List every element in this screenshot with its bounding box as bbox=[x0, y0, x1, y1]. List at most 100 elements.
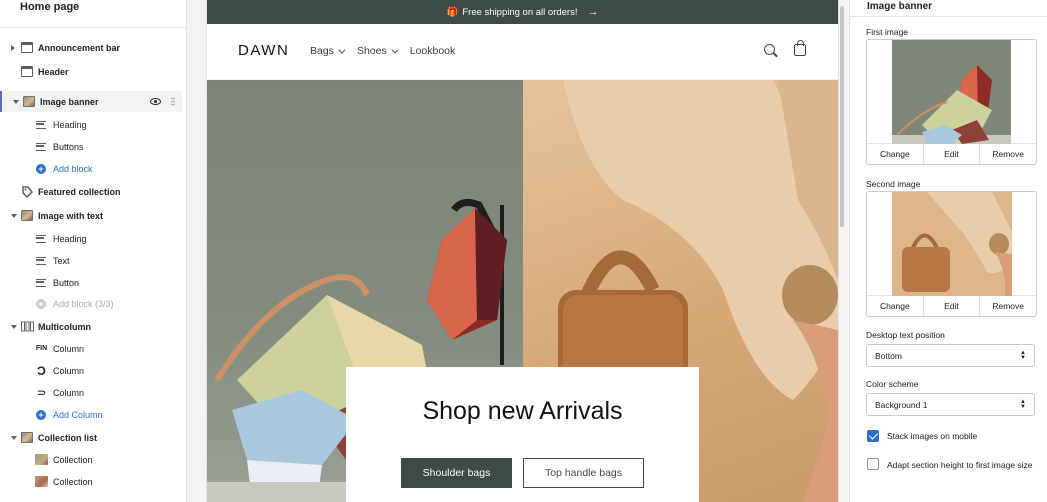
sidebar-item-label: Image with text bbox=[38, 210, 104, 221]
top-handle-bags-button[interactable]: Top handle bags bbox=[523, 458, 644, 488]
sidebar-block-label: Collection bbox=[53, 476, 93, 487]
fur-bag-thumbnail-image bbox=[892, 192, 1012, 296]
first-image-thumbnail[interactable] bbox=[867, 40, 1036, 144]
sidebar-block-button[interactable]: Button bbox=[0, 272, 182, 293]
panel-title: Image banner bbox=[867, 1, 933, 12]
store-header: DAWN Bags Shoes Lookbook bbox=[207, 24, 838, 80]
sidebar-block-collection[interactable]: Collection bbox=[0, 471, 182, 492]
select-arrows-icon: ▲ ▼ bbox=[1020, 350, 1026, 361]
chevron-down-icon[interactable] bbox=[11, 324, 17, 329]
sidebar-item-image-with-text[interactable]: Image with text bbox=[0, 205, 182, 226]
chevron-down-icon bbox=[391, 46, 399, 54]
sidebar-item-image-banner[interactable]: Image banner bbox=[0, 91, 182, 112]
plus-circle-icon: + bbox=[36, 163, 46, 174]
chevron-right-icon[interactable] bbox=[11, 44, 15, 51]
sidebar-block-heading[interactable]: Heading bbox=[0, 114, 182, 135]
sidebar-block-label: Collection bbox=[53, 454, 93, 465]
sidebar-block-column[interactable]: Ɔ Column bbox=[0, 360, 182, 381]
add-column-button[interactable]: + Add Column bbox=[0, 404, 182, 425]
sidebar-block-column[interactable]: ⸧ Column bbox=[0, 382, 182, 403]
sidebar-item-collection-list[interactable]: Collection list bbox=[0, 427, 182, 448]
banner-heading: Shop new Arrivals bbox=[422, 397, 623, 425]
plus-circle-icon: + bbox=[36, 298, 46, 309]
main-nav: Bags Shoes Lookbook bbox=[310, 45, 455, 57]
change-image-button[interactable]: Change bbox=[867, 296, 924, 316]
sidebar-item-featured-collection[interactable]: Featured collection bbox=[0, 181, 182, 202]
search-icon[interactable] bbox=[764, 44, 775, 55]
sidebar-item-header[interactable]: Header bbox=[0, 61, 182, 82]
adapt-height-label: Adapt section height to first image size bbox=[887, 460, 1033, 470]
column-logo-icon: ⸧ bbox=[35, 386, 48, 400]
remove-image-button[interactable]: Remove bbox=[980, 144, 1036, 164]
add-block-label: Add block (3/3) bbox=[53, 298, 114, 309]
first-image-actions: Change Edit Remove bbox=[867, 144, 1036, 164]
first-image-picker: Change Edit Remove bbox=[866, 39, 1037, 165]
collection-thumbnail bbox=[35, 454, 48, 465]
announcement-bar[interactable]: 🎁 Free shipping on all orders! → bbox=[207, 0, 838, 24]
edit-image-button[interactable]: Edit bbox=[924, 144, 981, 164]
text-block-icon bbox=[36, 120, 46, 129]
sidebar-block-buttons[interactable]: Buttons bbox=[0, 136, 182, 157]
edit-image-button[interactable]: Edit bbox=[924, 296, 981, 316]
color-scheme-label: Color scheme bbox=[866, 379, 919, 389]
sidebar-block-text[interactable]: Text bbox=[0, 250, 182, 271]
sidebar-item-announcement-bar[interactable]: Announcement bar bbox=[0, 37, 182, 58]
store-logo[interactable]: DAWN bbox=[238, 42, 289, 59]
sidebar-block-label: Heading bbox=[53, 119, 87, 130]
select-value: Bottom bbox=[875, 350, 902, 361]
eye-icon[interactable] bbox=[150, 98, 161, 105]
first-image-label: First image bbox=[866, 27, 909, 37]
color-scheme-select[interactable]: Background 1 ▲ ▼ bbox=[866, 393, 1035, 416]
stack-images-checkbox[interactable] bbox=[867, 430, 879, 442]
gift-icon: 🎁 bbox=[446, 6, 459, 18]
image-banner: Shop new Arrivals Shoulder bags Top hand… bbox=[207, 80, 838, 502]
divider bbox=[0, 27, 186, 28]
shoulder-bags-button[interactable]: Shoulder bags bbox=[401, 458, 512, 488]
sidebar-block-collection[interactable]: Collection bbox=[0, 449, 182, 470]
text-block-icon bbox=[36, 142, 46, 151]
columns-icon bbox=[21, 321, 34, 332]
sidebar-block-label: Heading bbox=[53, 233, 87, 244]
chevron-down-icon bbox=[338, 46, 346, 54]
arrow-right-icon[interactable]: → bbox=[587, 6, 598, 18]
desktop-text-position-select[interactable]: Bottom ▲ ▼ bbox=[866, 344, 1035, 367]
nav-item-label: Shoes bbox=[356, 45, 387, 57]
adapt-height-checkbox[interactable] bbox=[867, 458, 879, 470]
sidebar-item-multicolumn[interactable]: Multicolumn bbox=[0, 316, 182, 337]
remove-image-button[interactable]: Remove bbox=[980, 296, 1036, 316]
tag-icon bbox=[21, 186, 34, 199]
sidebar-item-label: Collection list bbox=[38, 432, 98, 443]
sidebar-item-label: Image banner bbox=[40, 96, 99, 107]
sidebar-block-label: Text bbox=[53, 255, 70, 266]
text-block-icon bbox=[36, 278, 46, 287]
settings-panel: Image banner First image Change Edit Rem… bbox=[849, 0, 1047, 502]
nav-item-shoes[interactable]: Shoes bbox=[356, 45, 399, 57]
select-arrows-icon: ▲ ▼ bbox=[1020, 399, 1026, 410]
second-image-thumbnail[interactable] bbox=[867, 192, 1036, 296]
image-section-icon bbox=[23, 96, 35, 107]
sidebar-block-column[interactable]: FIN Column bbox=[0, 338, 182, 359]
text-block-icon bbox=[36, 234, 46, 243]
nav-item-lookbook[interactable]: Lookbook bbox=[410, 45, 456, 57]
chevron-down-icon[interactable] bbox=[11, 213, 17, 218]
sidebar-block-label: Column bbox=[53, 343, 85, 354]
select-value: Background 1 bbox=[875, 399, 928, 410]
sidebar-item-label: Multicolumn bbox=[38, 321, 91, 332]
nav-item-bags[interactable]: Bags bbox=[310, 45, 346, 57]
preview-scrollbar-thumb[interactable] bbox=[840, 6, 844, 227]
add-block-button[interactable]: + Add block bbox=[0, 158, 182, 179]
drag-handle-icon[interactable] bbox=[171, 97, 175, 106]
sidebar-title: Home page bbox=[20, 1, 80, 13]
desktop-text-position-label: Desktop text position bbox=[866, 330, 945, 340]
sidebar-block-heading[interactable]: Heading bbox=[0, 228, 182, 249]
change-image-button[interactable]: Change bbox=[867, 144, 924, 164]
chevron-down-icon[interactable] bbox=[13, 99, 19, 104]
sidebar-item-label: Featured collection bbox=[38, 186, 121, 197]
chevron-down-icon[interactable] bbox=[11, 435, 17, 440]
sections-sidebar: Home page Announcement bar Header Image … bbox=[0, 0, 187, 502]
sidebar-item-label: Header bbox=[38, 66, 69, 77]
collection-thumbnail bbox=[35, 476, 48, 487]
section-layout-icon bbox=[21, 66, 33, 77]
bags-thumbnail-image bbox=[892, 40, 1011, 144]
cart-icon[interactable] bbox=[794, 40, 806, 56]
